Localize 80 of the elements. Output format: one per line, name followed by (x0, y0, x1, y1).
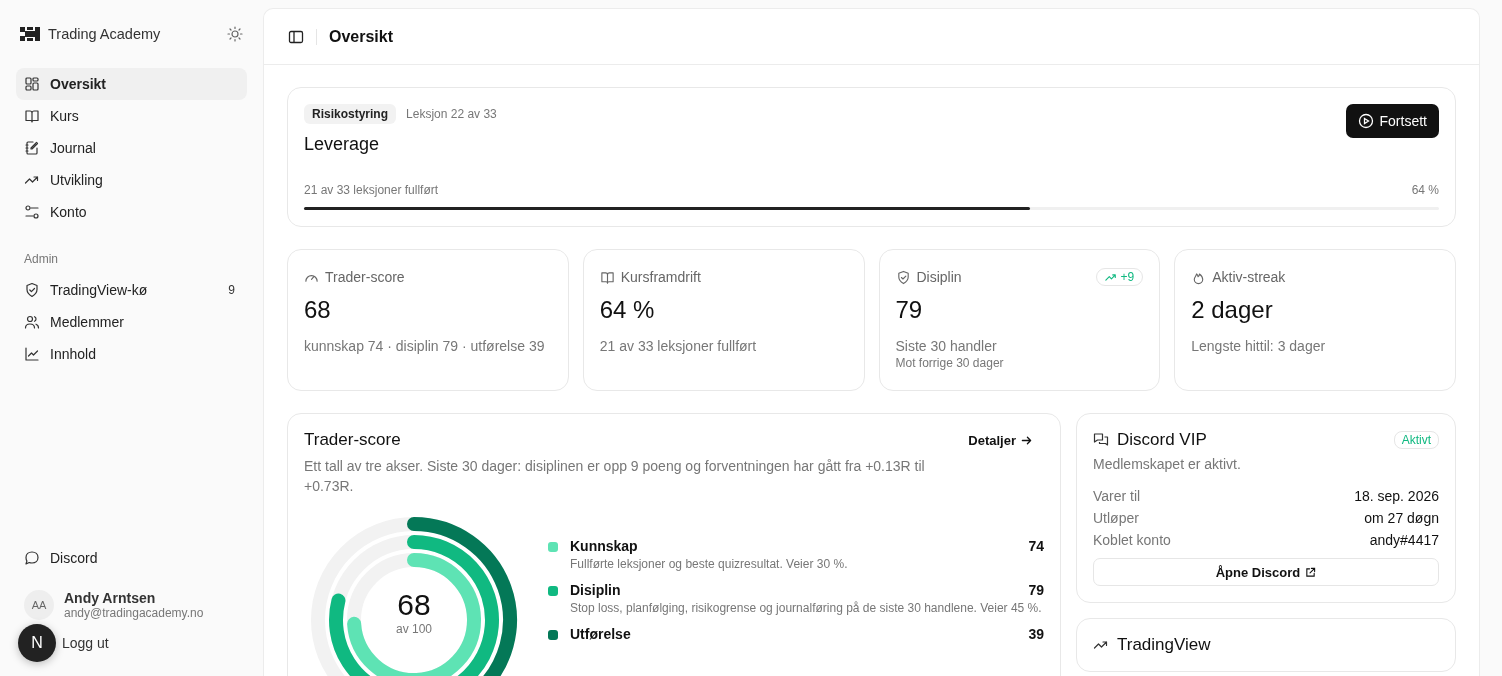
discord-link[interactable]: Discord (16, 542, 247, 574)
stat-label: Disiplin (916, 269, 963, 285)
progress-percent: 64 % (1411, 183, 1439, 197)
axis-score: 39 (1028, 626, 1044, 642)
chat-bubbles-icon (1093, 432, 1109, 448)
field-value: om 27 døgn (1364, 510, 1439, 526)
nav-item[interactable]: Journal (16, 132, 247, 164)
shield-check-icon (895, 269, 911, 285)
shield-check-icon (24, 282, 40, 298)
stat-detail: Lengste hittil: 3 dager (1191, 337, 1327, 356)
stat-value: 79 (895, 296, 924, 324)
chat-bubble-icon (24, 550, 40, 566)
page-title: Oversikt (329, 27, 394, 46)
stat-detail: Siste 30 handler (895, 337, 998, 356)
lesson-title: Leverage (304, 134, 381, 155)
open-discord-button[interactable]: Åpne Discord (1093, 558, 1439, 586)
arrow-right-icon (1021, 434, 1032, 446)
dev-tools-badge[interactable]: N (18, 624, 56, 662)
category-tag: Risikostyring (304, 104, 397, 124)
logo-icon (20, 26, 40, 42)
notebook-icon (24, 140, 40, 156)
nav-item[interactable]: Medlemmer (16, 306, 247, 338)
stat-note: Mot forrige 30 dager (895, 356, 1005, 370)
nav-item[interactable]: Kurs (16, 100, 247, 132)
lesson-position: Leksjon 22 av 33 (406, 107, 497, 121)
card-subtitle: Medlemskapet er aktivt. (1093, 456, 1242, 472)
sliders-icon (24, 204, 40, 220)
trend-value: +9 (1120, 270, 1135, 284)
axis-name: Kunnskap (570, 538, 638, 554)
score-caption: av 100 (395, 622, 433, 636)
progress-text: 21 av 33 leksjoner fullført (304, 183, 439, 197)
stat-detail: kunnskap 74 · disiplin 79 · utførelse 39 (304, 337, 546, 356)
stat-value: 2 dager (1191, 296, 1274, 324)
user-name: Andy Arntsen (64, 590, 157, 606)
card-description: Ett tall av tre akser. Siste 30 dager: disiplinen er opp 9 poeng og forventningen har gått fra +0.13R til +0.73R. (304, 457, 926, 496)
nav-item[interactable]: Konto (16, 196, 247, 228)
stat-value: 64 % (599, 296, 656, 324)
card-title: TradingView (1117, 635, 1212, 655)
book-icon (24, 108, 40, 124)
axis-description: Stop loss, planfølging, risikogrense og journalføring på de siste 30 handlene. Veier 45 %. (570, 600, 1043, 616)
stat-label: Aktiv-streak (1212, 269, 1287, 285)
axis-score: 79 (1028, 582, 1044, 598)
trend-up-icon (1104, 272, 1117, 282)
section-heading: Admin (23, 252, 59, 266)
book-icon (599, 269, 615, 285)
score-total: 68 (396, 588, 432, 622)
card-title: Trader-score (304, 430, 401, 450)
sidebar-toggle-icon[interactable] (288, 28, 304, 45)
field-label: Koblet konto (1093, 532, 1171, 548)
user-email: andy@tradingacademy.no (64, 606, 204, 620)
play-icon (1357, 113, 1374, 129)
field-value: andy#4417 (1369, 532, 1439, 548)
axis-score: 74 (1028, 538, 1044, 554)
user-avatar: AA (24, 590, 54, 620)
stat-label: Trader-score (325, 269, 406, 285)
users-icon (24, 314, 40, 330)
stat-label: Kursframdrift (620, 269, 702, 285)
axis-description: Fullførte leksjoner og beste quizresultat. Veier 30 %. (570, 556, 849, 572)
stat-detail: 21 av 33 leksjoner fullført (599, 337, 758, 356)
chart-icon (24, 346, 40, 362)
count-label: 9 (228, 283, 236, 297)
stat-value: 68 (304, 296, 332, 324)
theme-toggle-icon[interactable] (227, 26, 243, 42)
status-badge: Aktivt (1393, 431, 1439, 449)
continue-button[interactable]: Fortsett (1345, 104, 1439, 138)
axis-name: Utførelse (570, 626, 631, 642)
logout-link[interactable]: Logg ut (62, 635, 109, 651)
field-value: 18. sep. 2026 (1354, 488, 1439, 504)
axis-name: Disiplin (570, 582, 621, 598)
nav-item[interactable]: Oversikt (16, 68, 247, 100)
brand-name: Trading Academy (48, 26, 162, 42)
nav-item[interactable]: Utvikling (16, 164, 247, 196)
card-title: Discord VIP (1117, 430, 1208, 450)
grid-icon (24, 76, 40, 92)
external-link-icon (1305, 566, 1317, 578)
nav-item[interactable]: Innhold (16, 338, 247, 370)
details-link[interactable]: Detaljer (968, 432, 1044, 448)
nav-item[interactable]: TradingView-kø 9 (16, 274, 247, 306)
field-label: Utløper (1093, 510, 1139, 526)
field-label: Varer til (1093, 488, 1141, 504)
